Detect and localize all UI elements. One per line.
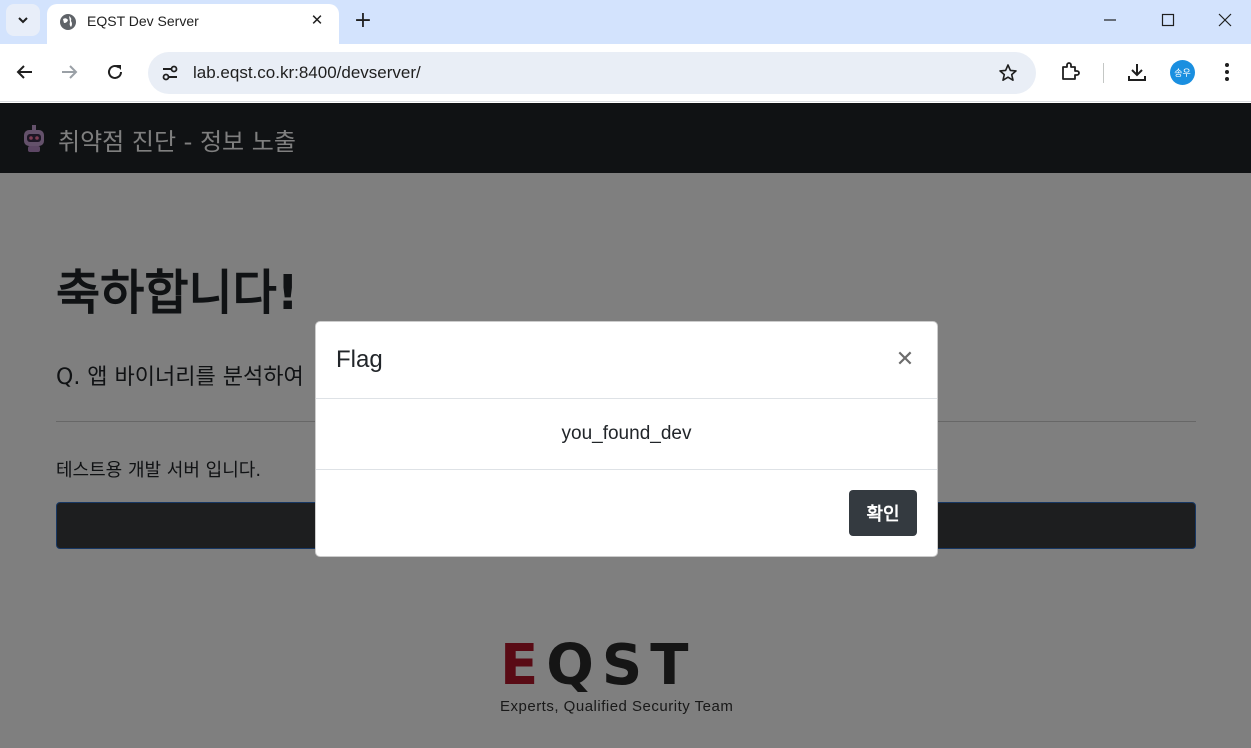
confirm-button[interactable]: 확인 <box>849 490 917 536</box>
tab-title: EQST Dev Server <box>87 13 199 29</box>
download-icon <box>1128 64 1146 81</box>
tab-search-button[interactable] <box>6 4 40 36</box>
close-window-button[interactable] <box>1196 0 1251 40</box>
bookmark-button[interactable] <box>996 61 1020 85</box>
downloads-button[interactable] <box>1124 59 1150 85</box>
tab-strip: EQST Dev Server ✕ + <box>0 0 1251 44</box>
modal-title: Flag <box>336 346 383 373</box>
globe-icon <box>60 14 76 30</box>
flag-value: you_found_dev <box>561 423 692 444</box>
close-tab-icon[interactable]: ✕ <box>307 10 327 30</box>
arrow-right-icon <box>62 65 78 79</box>
minimize-button[interactable] <box>1081 0 1139 40</box>
minimize-icon <box>1104 19 1116 21</box>
toolbar-divider <box>1103 63 1104 83</box>
maximize-icon <box>1161 13 1175 27</box>
reload-button[interactable] <box>98 55 132 89</box>
chevron-down-icon <box>18 17 28 24</box>
url-text: lab.eqst.co.kr:8400/devserver/ <box>193 63 421 82</box>
forward-button[interactable] <box>52 55 86 89</box>
close-icon <box>1218 13 1232 27</box>
browser-toolbar: lab.eqst.co.kr:8400/devserver/ 송우 <box>0 44 1251 102</box>
close-icon[interactable]: ✕ <box>893 347 917 372</box>
browser-menu-icon[interactable] <box>1214 59 1240 85</box>
star-icon <box>999 64 1017 81</box>
flag-modal: Flag ✕ you_found_dev 확인 <box>315 321 938 557</box>
profile-avatar[interactable]: 송우 <box>1170 60 1195 85</box>
tune-icon <box>162 65 178 81</box>
maximize-button[interactable] <box>1139 0 1197 40</box>
back-button[interactable] <box>8 55 42 89</box>
modal-header: Flag ✕ <box>316 322 937 399</box>
arrow-left-icon <box>16 65 32 79</box>
puzzle-icon <box>1062 62 1080 80</box>
site-info-button[interactable] <box>158 61 182 85</box>
new-tab-button[interactable]: + <box>350 7 376 33</box>
browser-tab[interactable]: EQST Dev Server ✕ <box>47 4 339 44</box>
reload-icon <box>108 64 122 79</box>
extensions-button[interactable] <box>1057 59 1083 85</box>
address-bar[interactable]: lab.eqst.co.kr:8400/devserver/ <box>148 52 1036 94</box>
modal-body: you_found_dev <box>316 399 937 470</box>
